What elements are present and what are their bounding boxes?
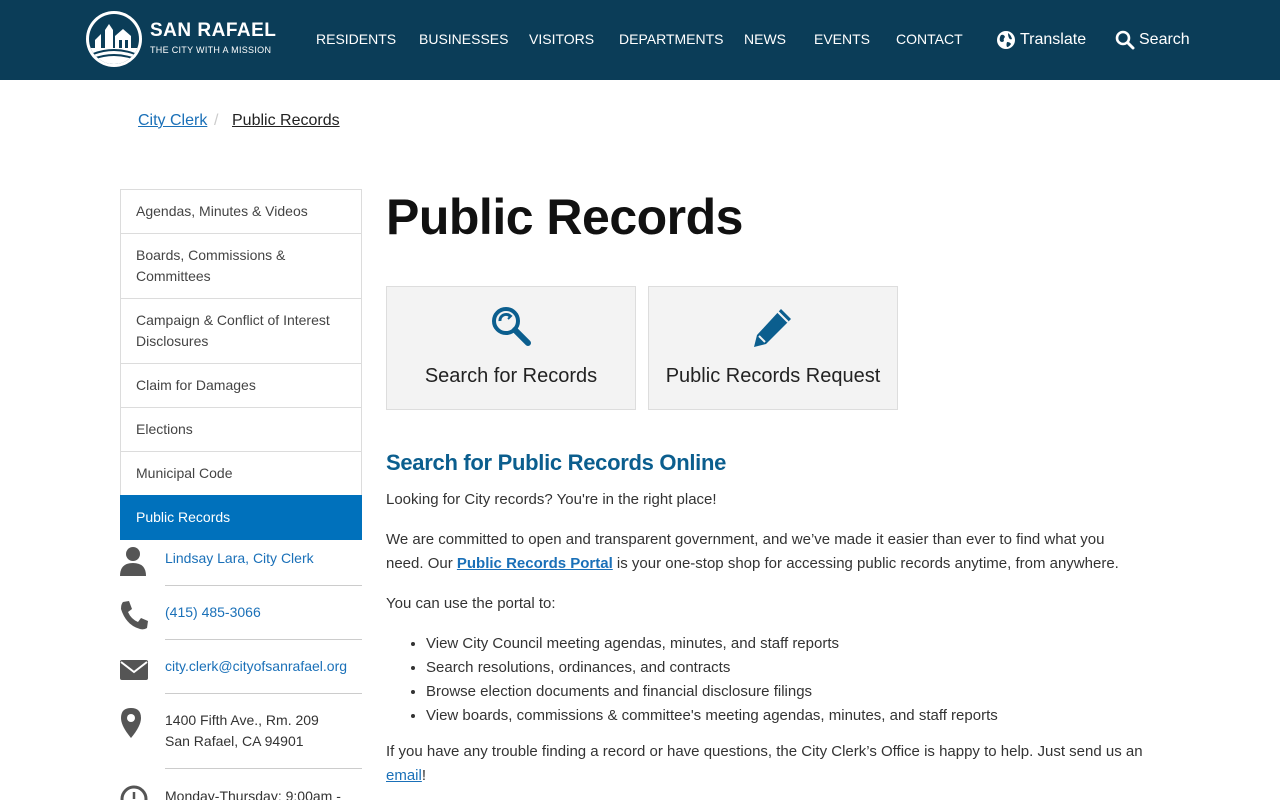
nav-departments[interactable]: DEPARTMENTS: [619, 31, 724, 47]
site-header: SAN RAFAEL THE CITY WITH A MISSION RESID…: [0, 0, 1280, 80]
public-records-request-label: Public Records Request: [665, 365, 881, 387]
portal-paragraph: We are committed to open and transparent…: [386, 528, 1146, 576]
closing-paragraph-before: If you have any trouble finding a record…: [386, 743, 1143, 760]
pencil-icon: [754, 309, 791, 347]
breadcrumb-separator: /: [214, 112, 219, 129]
portal-paragraph-after: is your one-stop shop for accessing publ…: [612, 555, 1119, 572]
list-item: Search resolutions, ordinances, and cont…: [426, 656, 1126, 680]
nav-contact[interactable]: CONTACT: [896, 31, 963, 47]
brand-tagline: THE CITY WITH A MISSION: [150, 45, 272, 55]
sidebar-item-municipal-code[interactable]: Municipal Code: [120, 451, 362, 495]
search-label: Search: [1139, 31, 1190, 48]
mission-logo-icon: [89, 24, 139, 64]
contact-divider: [165, 768, 362, 769]
contact-address-line2: San Rafael, CA 94901: [165, 733, 304, 749]
city-logo[interactable]: [86, 11, 142, 67]
list-item: View City Council meeting agendas, minut…: [426, 632, 1126, 656]
search-icon: [1115, 30, 1135, 50]
nav-residents[interactable]: RESIDENTS: [316, 31, 396, 47]
contact-divider: [165, 693, 362, 694]
phone-icon: [121, 601, 148, 630]
sidebar-item-boards[interactable]: Boards, Commissions & Committees: [120, 233, 362, 298]
nav-visitors[interactable]: VISITORS: [529, 31, 594, 47]
email-link[interactable]: email: [386, 767, 422, 784]
contact-address: 1400 Fifth Ave., Rm. 209 San Rafael, CA …: [120, 708, 362, 770]
closing-paragraph-after: !: [421, 767, 427, 784]
sidebar-item-campaign[interactable]: Campaign & Conflict of Interest Disclosu…: [120, 298, 362, 363]
sidebar-item-elections[interactable]: Elections: [120, 407, 362, 451]
envelope-icon: [120, 660, 148, 680]
search-button[interactable]: Search: [1115, 28, 1190, 52]
list-item: View boards, commissions & committee's m…: [426, 704, 1126, 728]
intro-paragraph: Looking for City records? You're in the …: [386, 491, 717, 508]
breadcrumb-current: Public Records: [232, 112, 340, 129]
brand-name[interactable]: SAN RAFAEL: [150, 20, 276, 42]
sidebar-item-agendas[interactable]: Agendas, Minutes & Videos: [120, 189, 362, 233]
breadcrumb-city-clerk[interactable]: City Clerk: [138, 112, 207, 130]
contact-person: Lindsay Lara, City Clerk: [120, 546, 362, 586]
section-heading: Search for Public Records Online: [386, 450, 727, 475]
portal-intro: You can use the portal to:: [386, 595, 556, 612]
public-records-request-card[interactable]: Public Records Request: [648, 286, 898, 410]
nav-businesses[interactable]: BUSINESSES: [419, 31, 508, 47]
translate-label: Translate: [1020, 31, 1087, 48]
nav-events[interactable]: EVENTS: [814, 31, 870, 47]
nav-news[interactable]: NEWS: [744, 31, 786, 47]
sidebar-item-claim[interactable]: Claim for Damages: [120, 363, 362, 407]
clock-icon: [120, 785, 148, 800]
contact-email-link[interactable]: city.clerk@cityofsanrafael.org: [165, 656, 347, 677]
search-for-records-label: Search for Records: [424, 365, 598, 387]
contact-divider: [165, 639, 362, 640]
globe-icon: [997, 31, 1015, 49]
contact-phone-link[interactable]: (415) 485-3066: [165, 602, 261, 623]
portal-uses-list: View City Council meeting agendas, minut…: [426, 632, 1126, 728]
map-marker-icon: [121, 708, 141, 738]
sidebar-nav: Agendas, Minutes & Videos Boards, Commis…: [120, 189, 362, 540]
contact-divider: [165, 585, 362, 586]
contact-email: city.clerk@cityofsanrafael.org: [120, 654, 362, 694]
contact-hours: Monday-Thursday: 9:00am -: [120, 784, 362, 800]
closing-paragraph: If you have any trouble finding a record…: [386, 740, 1146, 788]
contact-person-link[interactable]: Lindsay Lara, City Clerk: [165, 548, 314, 569]
search-records-icon: [492, 307, 531, 346]
user-icon: [120, 547, 146, 576]
contact-hours-text: Monday-Thursday: 9:00am -: [165, 788, 341, 800]
public-records-portal-link[interactable]: Public Records Portal: [457, 555, 613, 572]
list-item: Browse election documents and financial …: [426, 680, 1126, 704]
search-for-records-card[interactable]: Search for Records: [386, 286, 636, 410]
contact-address-line1: 1400 Fifth Ave., Rm. 209: [165, 712, 319, 728]
sidebar-item-public-records[interactable]: Public Records: [120, 495, 362, 540]
contact-phone: (415) 485-3066: [120, 600, 362, 640]
translate-button[interactable]: Translate: [996, 28, 1086, 52]
page-title: Public Records: [386, 189, 744, 245]
